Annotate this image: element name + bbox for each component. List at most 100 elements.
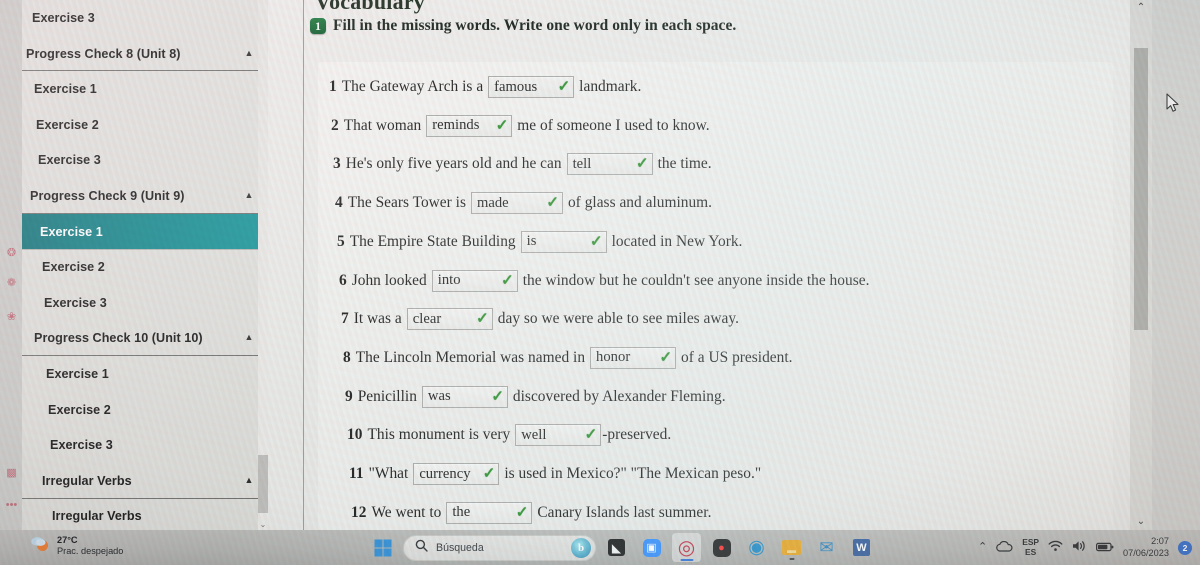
- taskbar-zoom-app-button[interactable]: ▣: [637, 533, 666, 562]
- taskbar-search-box[interactable]: Búsqueda b: [403, 534, 596, 561]
- sidebar-item-label: Progress Check 10 (Unit 10): [34, 331, 203, 346]
- sidebar-item-exercise-2[interactable]: Exercise 2: [22, 107, 268, 143]
- sidebar-item-exercise-1[interactable]: Exercise 1: [22, 71, 268, 107]
- sidebar-scrollbar-thumb[interactable]: [258, 455, 268, 513]
- question-number: 6: [339, 271, 347, 289]
- question-number: 3: [333, 155, 341, 173]
- search-placeholder-text: Búsqueda: [436, 541, 484, 554]
- volume-icon[interactable]: [1072, 539, 1087, 557]
- tray-chevron-up-icon[interactable]: ⌃: [978, 542, 987, 553]
- answer-input[interactable]: the ✓: [446, 501, 533, 524]
- chevron-up-icon[interactable]: ▲: [238, 475, 260, 485]
- sidebar-item-irregular-verbs[interactable]: Irregular Verbs: [22, 499, 268, 531]
- sidebar-item-progress-check-8-unit-8[interactable]: Progress Check 8 (Unit 8) ▲: [22, 36, 268, 72]
- wifi-icon[interactable]: [1048, 539, 1063, 557]
- taskbar-mail-app-button[interactable]: ✉: [812, 533, 841, 562]
- bing-chat-icon[interactable]: b: [571, 537, 591, 558]
- sidebar-item-exercise-3[interactable]: Exercise 3: [22, 285, 268, 321]
- sidebar-item-exercise-3[interactable]: Exercise 3: [22, 143, 268, 179]
- answer-input[interactable]: into ✓: [431, 269, 518, 292]
- question-row: 8 The Lincoln Memorial was named in honor ✓…: [343, 346, 793, 369]
- battery-icon[interactable]: [1096, 539, 1114, 557]
- taskbar-screen-recorder-app-button[interactable]: ●: [707, 533, 736, 562]
- question-row: 1 The Gateway Arch is a famous ✓ landmark.: [329, 76, 641, 98]
- correct-check-icon: ✓: [491, 388, 504, 405]
- tray-clock[interactable]: 2:07 07/06/2023: [1123, 536, 1169, 558]
- answer-input[interactable]: was ✓: [421, 385, 508, 408]
- sidebar-item-exercise-1[interactable]: Exercise 1: [22, 213, 268, 250]
- question-text-after: day so we were able to see miles away.: [497, 310, 739, 328]
- question-number: 1: [329, 78, 337, 95]
- notification-badge[interactable]: 2: [1178, 540, 1192, 555]
- correct-check-icon: ✓: [590, 233, 603, 250]
- page-title: Vocabulary: [315, 0, 425, 14]
- instruction-row: 1 Fill in the missing words. Write one w…: [310, 17, 736, 35]
- question-text-before: The Gateway Arch is a: [341, 78, 484, 95]
- answer-input[interactable]: reminds ✓: [426, 114, 513, 137]
- taskbar-file-explorer-app-button[interactable]: ▬: [777, 533, 806, 562]
- answer-input[interactable]: made ✓: [470, 192, 563, 215]
- correct-check-icon: ✓: [546, 195, 559, 212]
- answer-input[interactable]: clear ✓: [406, 308, 493, 331]
- sidebar-item-exercise-1[interactable]: Exercise 1: [22, 356, 268, 392]
- sidebar-item-progress-check-10-unit-10[interactable]: Progress Check 10 (Unit 10) ▲: [22, 321, 268, 357]
- taskbar-app-buttons[interactable]: ◣ ▣ ◎ ● ◉ ▬ ✉ W: [602, 533, 876, 562]
- chevron-up-icon[interactable]: ▲: [238, 190, 260, 200]
- taskbar-microsoft-edge-app-button[interactable]: ◉: [742, 533, 771, 562]
- history-red-icon[interactable]: ❁: [3, 276, 20, 291]
- opera-browser-icon: ◎: [677, 536, 696, 559]
- taskbar-copilot-app-button[interactable]: ◣: [602, 533, 631, 562]
- answer-input[interactable]: famous ✓: [488, 76, 575, 98]
- zoom-icon: ▣: [642, 538, 661, 557]
- exercise-navigation-sidebar[interactable]: Exercise 1 Exercise 2 Exercise 3 Progress C…: [22, 0, 268, 530]
- question-text-before: Penicillin: [357, 387, 417, 405]
- tray-language-indicator[interactable]: ESP ES: [1022, 537, 1039, 557]
- file-explorer-icon: ▬: [782, 540, 801, 555]
- sidebar-item-exercise-2[interactable]: Exercise 2: [22, 249, 268, 285]
- mouse-cursor: [1166, 93, 1180, 118]
- question-text-after: discovered by Alexander Fleming.: [512, 387, 726, 405]
- sidebar-item-exercise-3[interactable]: Exercise 3: [22, 0, 268, 36]
- scroll-down-arrow[interactable]: ⌄: [1130, 514, 1152, 530]
- sidebar-item-irregular-verbs[interactable]: Irregular Verbs ▲: [22, 463, 268, 499]
- content-scrollbar[interactable]: ⌃ ⌄: [1130, 0, 1152, 530]
- question-text-after: is used in Mexico?" "The Mexican peso.": [504, 465, 762, 482]
- collections-red-icon[interactable]: ❀: [3, 310, 20, 325]
- sidebar-item-progress-check-9-unit-9[interactable]: Progress Check 9 (Unit 9) ▲: [22, 178, 268, 214]
- sidebar-item-exercise-2[interactable]: Exercise 2: [22, 392, 268, 428]
- browser-side-rail: ❂ ❁ ❀ ▩ •••: [0, 0, 22, 530]
- answer-input[interactable]: well ✓: [515, 424, 602, 447]
- bookmark-red-icon[interactable]: ❂: [3, 246, 20, 261]
- taskbar-weather-widget[interactable]: 27°C Prac. despejado: [30, 534, 123, 557]
- answer-value: is: [526, 233, 537, 250]
- onedrive-icon[interactable]: [996, 539, 1013, 557]
- windows-start-button[interactable]: [368, 533, 397, 562]
- sidebar-item-exercise-3[interactable]: Exercise 3: [22, 427, 268, 463]
- answer-value: made: [476, 194, 509, 211]
- answer-value: well: [521, 426, 547, 443]
- mail-icon: ✉: [819, 538, 834, 557]
- chevron-up-icon[interactable]: ▲: [238, 332, 260, 342]
- sidebar-scrollbar[interactable]: ⌄: [258, 0, 268, 530]
- more-options-icon[interactable]: •••: [3, 498, 20, 513]
- taskbar-center-group[interactable]: Búsqueda b ◣ ▣ ◎ ● ◉ ▬ ✉ W: [368, 533, 876, 562]
- taskbar-word-app-button[interactable]: W: [847, 533, 876, 562]
- sidebar-item-label: Exercise 2: [42, 260, 105, 275]
- question-text-after: me of someone I used to know.: [517, 116, 710, 134]
- chevron-up-icon[interactable]: ▲: [238, 48, 260, 58]
- extensions-red-icon[interactable]: ▩: [3, 466, 20, 481]
- word-icon: W: [853, 539, 870, 556]
- answer-input[interactable]: is ✓: [520, 230, 607, 253]
- answer-input[interactable]: currency ✓: [413, 463, 500, 485]
- question-row: 11 "What currency ✓ is used in Mexico?" "The…: [349, 463, 761, 485]
- scroll-up-arrow[interactable]: ⌃: [1130, 0, 1152, 16]
- sidebar-scroll-down-arrow[interactable]: ⌄: [258, 519, 268, 530]
- system-tray[interactable]: ⌃ ESP ES 2:07 07/06/2023 2: [978, 530, 1192, 565]
- content-scrollbar-thumb[interactable]: [1134, 48, 1148, 330]
- taskbar-opera-browser-app-button[interactable]: ◎: [672, 533, 701, 562]
- sidebar-item-label: Exercise 2: [36, 117, 99, 132]
- answer-input[interactable]: tell ✓: [566, 153, 653, 176]
- answer-input[interactable]: honor ✓: [590, 346, 677, 369]
- question-text-before: That woman: [343, 116, 422, 134]
- windows-taskbar[interactable]: 27°C Prac. despejado Búsqueda b ◣ ▣ ◎ ● …: [0, 530, 1200, 565]
